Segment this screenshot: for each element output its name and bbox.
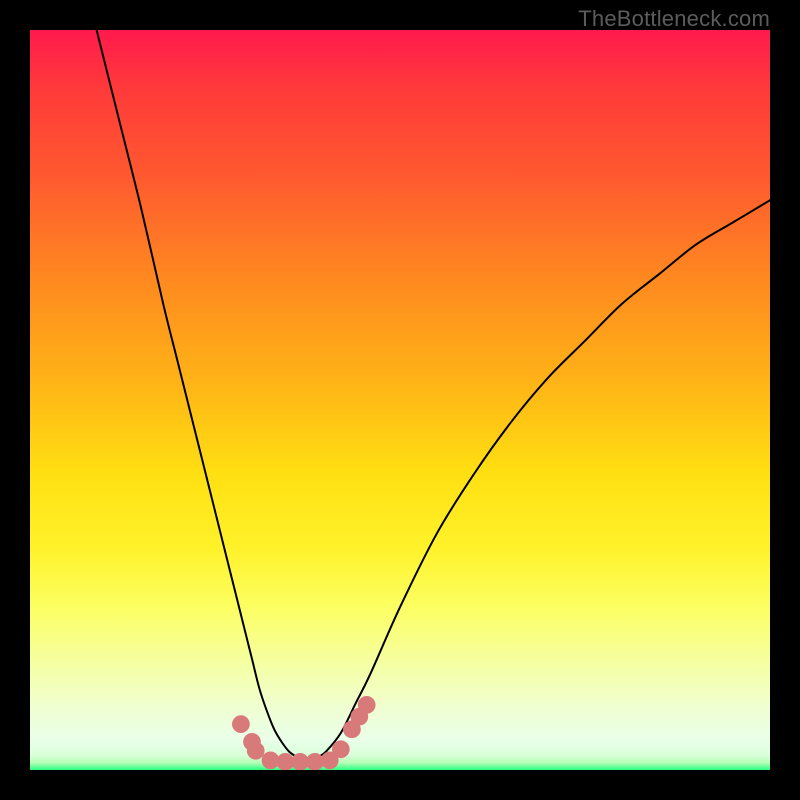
- curve-marker: [358, 696, 376, 714]
- watermark-text: TheBottleneck.com: [578, 6, 770, 32]
- bottleneck-curve: [97, 30, 770, 761]
- curve-marker: [232, 715, 250, 733]
- curve-marker: [332, 740, 350, 758]
- curve-svg: [30, 30, 770, 770]
- chart-frame: TheBottleneck.com: [0, 0, 800, 800]
- curve-marker: [247, 742, 265, 760]
- plot-area: [30, 30, 770, 770]
